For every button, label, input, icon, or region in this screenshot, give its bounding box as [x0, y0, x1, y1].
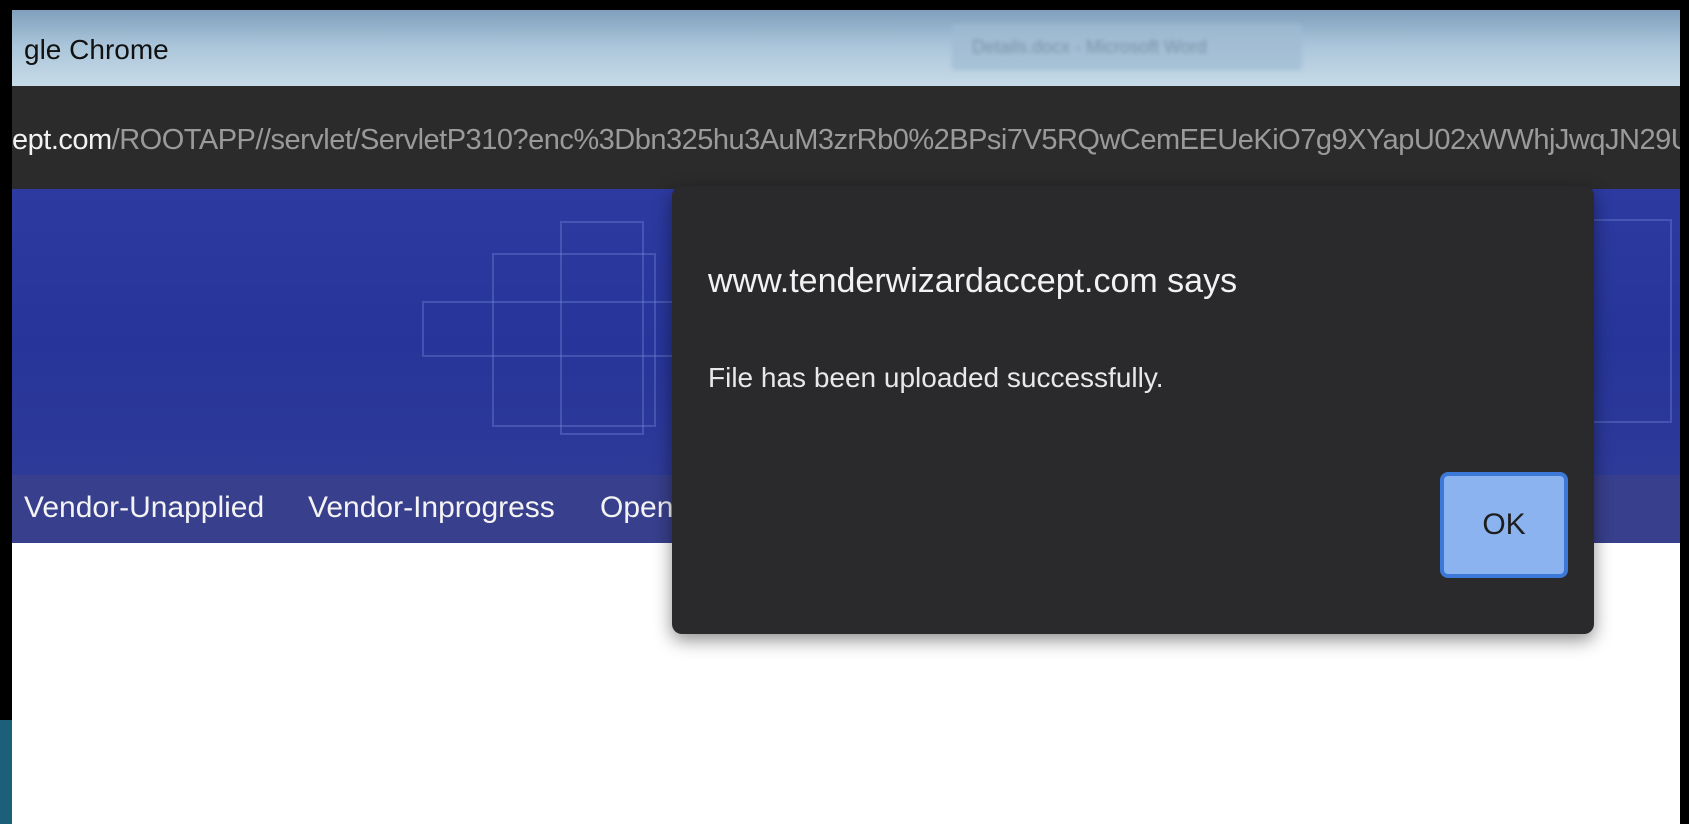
window-title: gle Chrome: [24, 34, 169, 65]
nav-item-open[interactable]: Open: [600, 491, 673, 525]
banner-decoration: [1592, 219, 1672, 423]
dialog-title: www.tenderwizardaccept.com says: [708, 262, 1238, 300]
left-edge-strip: [0, 720, 12, 824]
url-path: /ROOTAPP//servlet/ServletP310?enc%3Dbn32…: [111, 124, 1680, 156]
alert-dialog: www.tenderwizardaccept.com says File has…: [672, 186, 1594, 634]
banner-decoration: [492, 253, 656, 427]
dialog-message: File has been uploaded successfully.: [708, 362, 1164, 393]
nav-item-vendor-inprogress[interactable]: Vendor-Inprogress: [308, 491, 555, 525]
window-titlebar[interactable]: gle Chrome Details.docx - Microsoft Word: [12, 10, 1680, 86]
screen: gle Chrome Details.docx - Microsoft Word…: [12, 10, 1680, 824]
url-host: ept.com: [12, 124, 112, 156]
ok-button[interactable]: OK: [1440, 472, 1568, 578]
background-window-title: Details.docx - Microsoft Word: [952, 24, 1302, 70]
nav-item-vendor-unapplied[interactable]: Vendor-Unapplied: [24, 491, 264, 525]
url-text[interactable]: ept.com/ROOTAPP//servlet/ServletP310?enc…: [12, 124, 1680, 157]
address-bar[interactable]: ept.com/ROOTAPP//servlet/ServletP310?enc…: [12, 86, 1680, 189]
